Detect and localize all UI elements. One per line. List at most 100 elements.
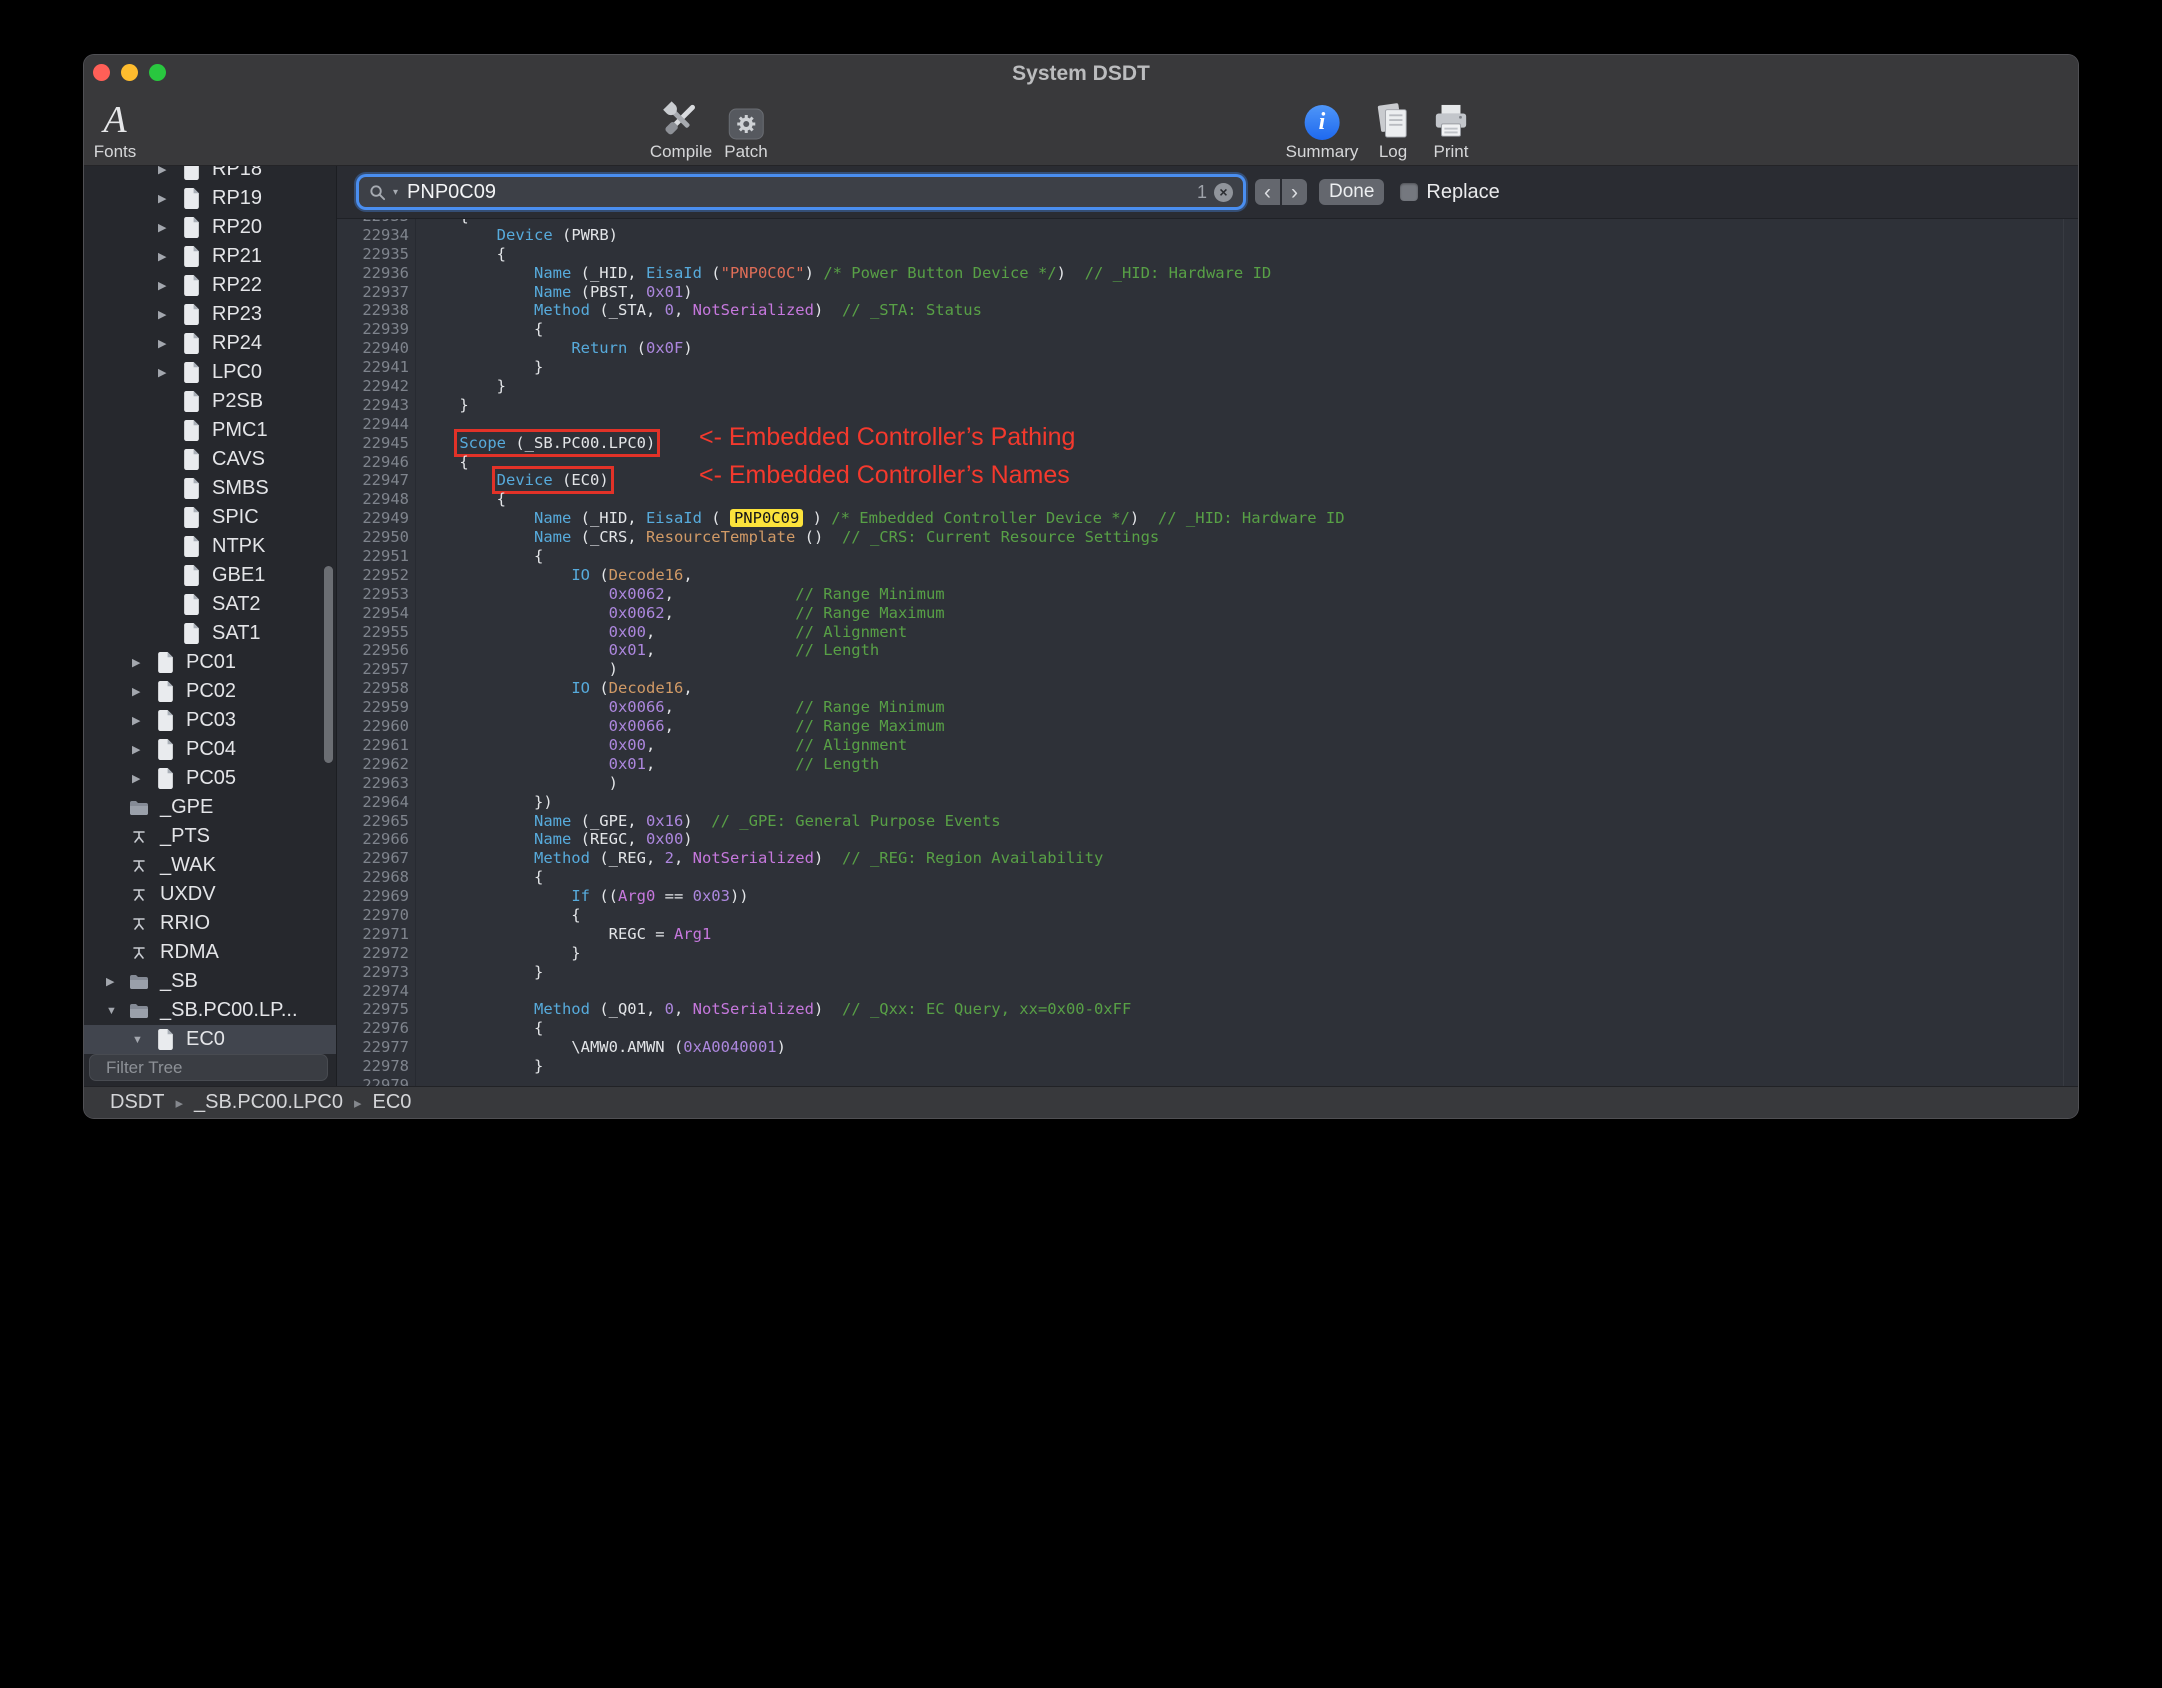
tree-item-rp23[interactable]: ▶ RP23 <box>84 300 336 329</box>
doc-icon <box>180 217 202 239</box>
gear-icon <box>728 94 764 140</box>
disclosure-right-icon[interactable]: ▶ <box>132 743 154 756</box>
code-text: \AMW0.AMWN (0xA0040001) <box>422 1038 786 1057</box>
summary-button[interactable]: i Summary <box>1286 94 1358 162</box>
tree-item-cavs[interactable]: CAVS <box>84 445 336 474</box>
tree-item-pc02[interactable]: ▶ PC02 <box>84 677 336 706</box>
code-text: Method (_STA, 0, NotSerialized) // _STA:… <box>533 301 982 320</box>
tree-item-spic[interactable]: SPIC <box>84 503 336 532</box>
fonts-button[interactable]: A Fonts <box>94 94 137 162</box>
breadcrumb-item-sb-pc00-lpc0[interactable]: _SB.PC00.LPC0 <box>194 1091 343 1114</box>
find-previous-button[interactable]: ‹ <box>1255 179 1280 205</box>
code-line: 22952 IO (Decode16, <box>337 565 2078 585</box>
disclosure-right-icon[interactable]: ▶ <box>158 337 180 350</box>
clear-search-button[interactable]: × <box>1214 182 1233 202</box>
code-text: { <box>422 490 506 509</box>
find-next-button[interactable]: › <box>1282 179 1307 205</box>
disclosure-right-icon[interactable]: ▶ <box>158 366 180 379</box>
sidebar-scrollbar[interactable] <box>324 566 333 763</box>
tree-item-rp18[interactable]: ▶ RP18 <box>84 166 336 184</box>
editor-scrollbar[interactable] <box>2063 219 2064 1086</box>
disclosure-right-icon[interactable]: ▶ <box>132 685 154 698</box>
search-field[interactable]: ▾ 1 × <box>359 177 1243 207</box>
tree-item-rp22[interactable]: ▶ RP22 <box>84 271 336 300</box>
title-bar[interactable]: System DSDT <box>84 55 2078 90</box>
disclosure-down-icon[interactable]: ▼ <box>106 1005 128 1017</box>
line-number: 22974 <box>362 981 409 1000</box>
breadcrumb-item-ec0[interactable]: EC0 <box>373 1091 412 1114</box>
tree-item-p2sb[interactable]: P2SB <box>84 387 336 416</box>
code-line: 22939 { <box>337 320 2078 340</box>
code-line: 22961 0x00, // Alignment <box>337 735 2078 755</box>
disclosure-right-icon[interactable]: ▶ <box>158 166 180 176</box>
tree-item-wak[interactable]: _WAK <box>84 851 336 880</box>
filter-tree-input[interactable] <box>104 1056 329 1079</box>
disclosure-right-icon[interactable]: ▶ <box>158 279 180 292</box>
disclosure-right-icon[interactable]: ▶ <box>158 308 180 321</box>
tree-item-sb[interactable]: ▶ _SB <box>84 967 336 996</box>
tree-item-ntpk[interactable]: NTPK <box>84 532 336 561</box>
disclosure-right-icon[interactable]: ▶ <box>158 192 180 205</box>
folder-icon <box>128 797 150 819</box>
tree-item-gbe1[interactable]: GBE1 <box>84 561 336 590</box>
code-line: 22942 } <box>337 377 2078 396</box>
disclosure-right-icon[interactable]: ▶ <box>158 250 180 263</box>
tree-item-rp21[interactable]: ▶ RP21 <box>84 242 336 271</box>
tree-item-rp24[interactable]: ▶ RP24 <box>84 329 336 358</box>
code-line: 22960 0x0066, // Range Maximum <box>337 717 2078 736</box>
tree-item-pc04[interactable]: ▶ PC04 <box>84 735 336 764</box>
tree-item-rdma[interactable]: RDMA <box>84 938 336 967</box>
annotation-red-box: Device (EC0) <box>491 466 614 495</box>
tree-item-gpe[interactable]: _GPE <box>84 793 336 822</box>
code-text: } <box>422 395 469 414</box>
disclosure-right-icon[interactable]: ▶ <box>106 975 128 988</box>
tree-item-uxdv[interactable]: UXDV <box>84 880 336 909</box>
tree-item-pc05[interactable]: ▶ PC05 <box>84 764 336 793</box>
tree-item-lpc0[interactable]: ▶ LPC0 <box>84 358 336 387</box>
search-input[interactable] <box>405 179 1190 205</box>
tree-item-rrio[interactable]: RRIO <box>84 909 336 938</box>
tree-item-smbs[interactable]: SMBS <box>84 474 336 503</box>
chevron-down-icon[interactable]: ▾ <box>393 187 398 198</box>
code-line: 22944 <box>337 414 2078 434</box>
print-button[interactable]: Print <box>1431 94 1471 162</box>
tree-item-sb-pc00-lp[interactable]: ▼ _SB.PC00.LP... <box>84 996 336 1025</box>
code-text: Device (EC0) <box>422 466 614 495</box>
code-line: 22979 <box>337 1075 2078 1086</box>
log-button[interactable]: Log <box>1376 94 1410 162</box>
tree-item-label: P2SB <box>212 390 264 412</box>
disclosure-right-icon[interactable]: ▶ <box>158 221 180 234</box>
tree-item-rp20[interactable]: ▶ RP20 <box>84 213 336 242</box>
doc-icon <box>180 304 202 326</box>
tree-item-pts[interactable]: _PTS <box>84 822 336 851</box>
compile-button[interactable]: Compile <box>650 94 712 162</box>
doc-icon <box>180 246 202 268</box>
window-title: System DSDT <box>1012 62 1150 85</box>
info-icon: i <box>1304 94 1340 140</box>
line-number: 22944 <box>362 414 409 433</box>
tree-item-pc03[interactable]: ▶ PC03 <box>84 706 336 735</box>
patch-button[interactable]: Patch <box>724 94 768 162</box>
code-text: { <box>422 452 469 471</box>
disclosure-right-icon[interactable]: ▶ <box>132 772 154 785</box>
tree-item-label: RP22 <box>212 274 263 296</box>
disclosure-right-icon[interactable]: ▶ <box>132 656 154 669</box>
tree-item-rp19[interactable]: ▶ RP19 <box>84 184 336 213</box>
tree-item-sat1[interactable]: SAT1 <box>84 619 336 648</box>
done-button[interactable]: Done <box>1319 179 1385 205</box>
disclosure-down-icon[interactable]: ▼ <box>132 1034 154 1046</box>
filter-tree-field[interactable] <box>89 1054 329 1081</box>
breadcrumb-item-dsdt[interactable]: DSDT <box>110 1091 164 1114</box>
replace-checkbox[interactable] <box>1400 183 1419 201</box>
code-editor[interactable]: 22933 {22934 Device (PWRB)22935 {22936 N… <box>337 219 2078 1086</box>
code-line: 22966 Name (REGC, 0x00) <box>337 830 2078 850</box>
tree-item-ec0[interactable]: ▼ EC0 <box>84 1025 336 1054</box>
tree-item-pc01[interactable]: ▶ PC01 <box>84 648 336 677</box>
tree-item-label: RP19 <box>212 187 263 209</box>
disclosure-right-icon[interactable]: ▶ <box>132 714 154 727</box>
tree-item-pmc1[interactable]: PMC1 <box>84 416 336 445</box>
tree-item-sat2[interactable]: SAT2 <box>84 590 336 619</box>
line-number: 22938 <box>362 301 409 320</box>
line-number: 22947 <box>362 471 409 490</box>
doc-icon <box>154 652 176 674</box>
